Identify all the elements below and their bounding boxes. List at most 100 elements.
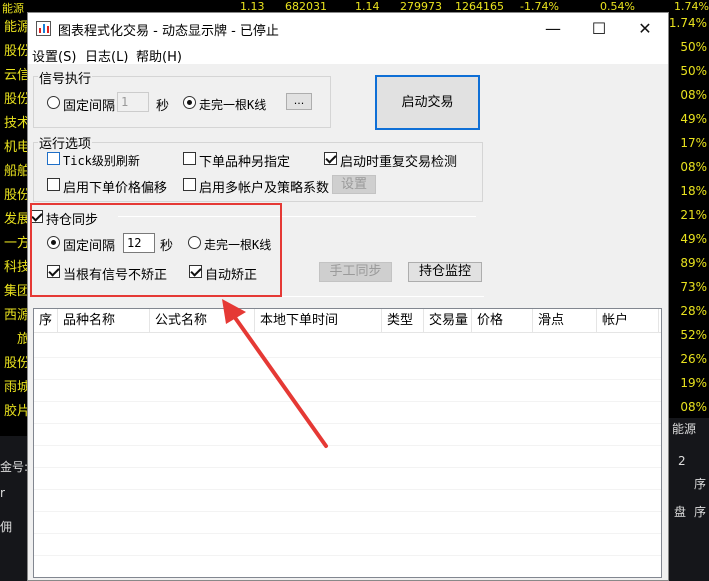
background-stock-change: 08% <box>680 160 707 174</box>
title-bar: 图表程式化交易 - 动态显示牌 - 已停止 — ☐ ✕ <box>28 13 668 44</box>
order-symbol-checkbox[interactable] <box>183 152 196 165</box>
column-header[interactable]: 公式名称 <box>150 309 255 333</box>
highlight-box <box>30 203 282 297</box>
background-stock-name: 胶片 <box>3 404 30 419</box>
background-stock-change: 08% <box>680 400 707 414</box>
background-stock-change: 49% <box>680 112 707 126</box>
price-offset-label: 启用下单价格偏移 <box>63 181 168 196</box>
multi-account-label: 启用多帐户及策略系数 <box>199 181 330 196</box>
manual-sync-button[interactable]: 手工同步 <box>319 262 392 282</box>
table-row-divider <box>34 445 661 446</box>
column-header[interactable]: 序 <box>34 309 58 333</box>
column-header[interactable]: 帐户 <box>597 309 659 333</box>
background-label: r <box>0 486 5 500</box>
background-bottom-left-panel: 金号: r 佣 <box>0 436 28 581</box>
ticker-cell: 能源 <box>2 2 24 14</box>
menu-bar: 设置(S) 日志(L) 帮助(H) <box>28 44 668 65</box>
column-header[interactable]: 价格 <box>472 309 533 333</box>
close-button[interactable]: ✕ <box>622 13 668 44</box>
table-row-divider <box>34 379 661 380</box>
background-stock-name: 发展 <box>3 212 30 227</box>
background-stock-name: 股份 <box>3 356 30 371</box>
background-stock-changes: 1.74% 50% 50% 08% 49% 17% 08% 18% 21% 49% 89% 73% 28… <box>670 14 709 434</box>
background-stock-change: 28% <box>680 304 707 318</box>
table-row-divider <box>34 533 661 534</box>
background-label: 能源 <box>672 422 697 436</box>
background-stock-name: 西源 <box>3 308 30 323</box>
background-label: 序 <box>694 505 707 519</box>
background-stock-name: 旅 <box>16 332 30 347</box>
minimize-button[interactable]: — <box>530 13 576 44</box>
table-row-divider <box>34 467 661 468</box>
maximize-button[interactable]: ☐ <box>576 13 622 44</box>
browse-button[interactable]: ... <box>286 93 312 110</box>
signal-fixed-interval-radio[interactable] <box>47 96 60 109</box>
background-label: 2 <box>678 454 686 468</box>
run-options-label: 运行选项 <box>38 133 93 152</box>
price-offset-checkbox[interactable] <box>47 178 60 191</box>
background-stock-change: 73% <box>680 280 707 294</box>
signal-seconds-label: 秒 <box>156 99 170 114</box>
signal-bar-close-radio[interactable] <box>183 96 196 109</box>
position-monitor-button[interactable]: 持仓监控 <box>408 262 482 282</box>
background-bottom-right-panel: 能源 2 序 盘 序 <box>666 418 709 581</box>
background-stock-name: 云信 <box>3 68 30 83</box>
background-label: 盘 <box>674 505 687 519</box>
background-stock-change: 52% <box>680 328 707 342</box>
background-stock-change: 50% <box>680 40 707 54</box>
table-row-divider <box>34 511 661 512</box>
background-stock-change: 19% <box>680 376 707 390</box>
background-stock-name: 技术 <box>3 116 30 131</box>
column-header[interactable]: 交易量 <box>424 309 472 333</box>
background-stock-names: 能源 股份 云信 股份 技术 机电 船舶 股份 发展 一方 科技 集团 西源旅股份 雨城 胶片 <box>0 14 30 434</box>
column-header[interactable]: 类型 <box>382 309 424 333</box>
background-stock-name: 船舶 <box>3 164 30 179</box>
background-stock-change: 89% <box>680 256 707 270</box>
column-header[interactable]: 品种名称 <box>58 309 150 333</box>
order-symbol-label: 下单品种另指定 <box>199 155 291 170</box>
table-row-divider <box>34 357 661 358</box>
background-stock-name: 一方 <box>3 236 30 251</box>
orders-table[interactable]: 序 品种名称 公式名称 本地下单时间 类型 交易量 价格 滑点 帐户 <box>33 308 662 578</box>
table-row-divider <box>34 423 661 424</box>
tick-refresh-label: Tick级别刷新 <box>63 154 140 168</box>
startup-check-checkbox[interactable] <box>324 152 337 165</box>
signal-fixed-interval-label: 固定间隔 <box>63 99 116 114</box>
signal-bar-close-label: 走完一根K线 <box>199 98 267 112</box>
background-stock-change: 18% <box>680 184 707 198</box>
start-trading-button[interactable]: 启动交易 <box>375 75 480 130</box>
background-stock-change: 1.74% <box>670 16 707 30</box>
menu-help[interactable]: 帮助(H) <box>136 46 182 65</box>
background-label: 金号: <box>0 460 29 474</box>
table-header: 序 品种名称 公式名称 本地下单时间 类型 交易量 价格 滑点 帐户 <box>34 309 661 333</box>
background-stock-name: 科技 <box>3 260 30 275</box>
signal-execution-label: 信号执行 <box>38 68 93 87</box>
table-row-divider <box>34 555 661 556</box>
background-stock-change: 17% <box>680 136 707 150</box>
background-label: 序 <box>694 477 707 491</box>
startup-check-label: 启动时重复交易检测 <box>340 155 458 170</box>
background-stock-change: 49% <box>680 232 707 246</box>
background-stock-name: 集团 <box>3 284 30 299</box>
background-stock-change: 50% <box>680 64 707 78</box>
tick-refresh-checkbox[interactable] <box>47 152 60 165</box>
background-stock-name: 股份 <box>3 44 30 59</box>
background-stock-name: 股份 <box>3 92 30 107</box>
background-stock-change: 26% <box>680 352 707 366</box>
background-stock-name: 雨城 <box>3 380 30 395</box>
background-stock-name: 机电 <box>3 140 30 155</box>
signal-interval-input[interactable]: 1 <box>117 92 149 112</box>
background-stock-change: 21% <box>680 208 707 222</box>
multi-account-checkbox[interactable] <box>183 178 196 191</box>
column-header[interactable]: 滑点 <box>533 309 597 333</box>
menu-log[interactable]: 日志(L) <box>85 46 128 65</box>
window-title: 图表程式化交易 - 动态显示牌 - 已停止 <box>58 24 279 39</box>
background-stock-name: 股份 <box>3 188 30 203</box>
column-header[interactable]: 本地下单时间 <box>255 309 382 333</box>
background-label: 佣 <box>0 520 13 534</box>
menu-settings[interactable]: 设置(S) <box>32 46 76 65</box>
table-row-divider <box>34 489 661 490</box>
ticker-cell: 1.74% <box>674 0 709 13</box>
settings-button[interactable]: 设置 <box>332 175 376 194</box>
table-row-divider <box>34 401 661 402</box>
